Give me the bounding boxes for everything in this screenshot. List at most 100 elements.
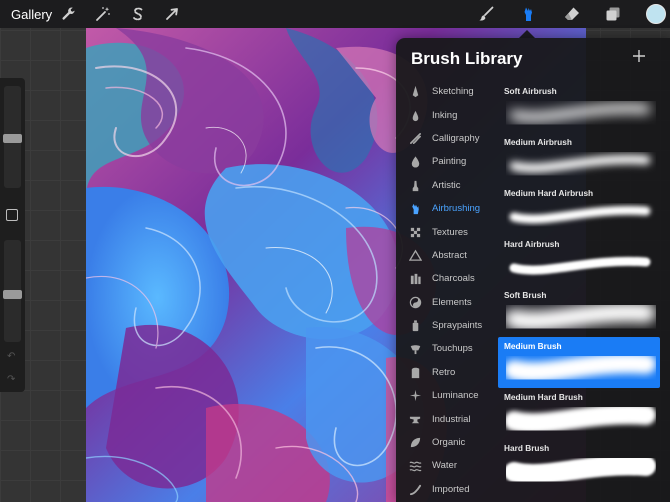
transform-arrow-icon[interactable] bbox=[162, 4, 182, 24]
layers-icon[interactable] bbox=[603, 4, 623, 24]
leaf-icon bbox=[408, 436, 422, 450]
brush-set-inking[interactable]: Inking bbox=[402, 103, 494, 126]
brush-set-abstract[interactable]: Abstract bbox=[402, 244, 494, 267]
brush-name: Medium Airbrush bbox=[504, 137, 572, 147]
brush-set-charcoals[interactable]: Charcoals bbox=[402, 267, 494, 290]
undo-icon[interactable]: ↶ bbox=[7, 351, 15, 362]
left-sidebar: ↶ ↷ bbox=[0, 78, 25, 392]
brush-set-sketching[interactable]: Sketching bbox=[402, 80, 494, 103]
brush-set-label: Textures bbox=[432, 226, 468, 238]
opacity-slider[interactable] bbox=[3, 240, 22, 342]
brush-set-label: Charcoals bbox=[432, 273, 475, 285]
magic-wand-icon[interactable] bbox=[93, 4, 113, 24]
imported-stroke-icon bbox=[408, 482, 422, 496]
brush-set-touchups[interactable]: Touchups bbox=[402, 337, 494, 360]
waves-icon bbox=[408, 459, 422, 473]
brush-set-retro[interactable]: Retro bbox=[402, 361, 494, 384]
brush-name: Hard Airbrush bbox=[504, 239, 560, 249]
brush-set-label: Imported bbox=[432, 483, 470, 495]
brush-stroke-preview bbox=[509, 256, 651, 275]
brush-stroke-preview bbox=[506, 404, 656, 434]
calligraphy-icon bbox=[408, 131, 422, 145]
brush-stroke-preview bbox=[509, 205, 651, 224]
brush-set-label: Industrial bbox=[432, 413, 471, 425]
brush-set-label: Abstract bbox=[432, 249, 467, 261]
brush-set-label: Luminance bbox=[432, 390, 479, 402]
brush-set-label: Artistic bbox=[432, 179, 461, 191]
brush-item-medium-hard-airbrush[interactable]: Medium Hard Airbrush bbox=[498, 184, 660, 235]
pencil-icon bbox=[408, 85, 422, 99]
brush-item-soft-airbrush[interactable]: Soft Airbrush bbox=[498, 82, 660, 133]
airbrush-icon bbox=[408, 202, 422, 216]
brush-stroke-preview bbox=[506, 302, 656, 332]
selection-s-icon[interactable] bbox=[128, 4, 148, 24]
brush-stroke-preview bbox=[506, 455, 656, 485]
ink-drop-icon bbox=[408, 108, 422, 122]
brush-name: Hard Brush bbox=[504, 443, 550, 453]
brush-set-airbrushing[interactable]: Airbrushing bbox=[402, 197, 494, 220]
triangle-icon bbox=[408, 248, 422, 262]
anvil-icon bbox=[408, 412, 422, 426]
brush-set-elements[interactable]: Elements bbox=[402, 291, 494, 314]
brush-stroke-preview bbox=[506, 353, 656, 383]
touchup-icon bbox=[408, 342, 422, 356]
texture-grid-icon bbox=[408, 225, 422, 239]
smudge-icon[interactable] bbox=[519, 4, 539, 24]
brush-set-label: Water bbox=[432, 460, 457, 472]
panel-caret bbox=[519, 30, 535, 38]
brush-icon[interactable] bbox=[476, 4, 496, 24]
brush-set-spraypaints[interactable]: Spraypaints bbox=[402, 314, 494, 337]
brush-item-medium-airbrush[interactable]: Medium Airbrush bbox=[498, 133, 660, 184]
yin-yang-icon bbox=[408, 295, 422, 309]
brush-set-textures[interactable]: Textures bbox=[402, 220, 494, 243]
brush-set-label: Organic bbox=[432, 437, 466, 449]
brush-set-calligraphy[interactable]: Calligraphy bbox=[402, 127, 494, 150]
modify-button[interactable] bbox=[6, 209, 18, 221]
panel-title: Brush Library bbox=[411, 49, 523, 68]
brush-set-label: Calligraphy bbox=[432, 132, 480, 144]
brush-name: Medium Hard Brush bbox=[504, 392, 583, 402]
brush-set-painting[interactable]: Painting bbox=[402, 150, 494, 173]
brush-set-label: Touchups bbox=[432, 343, 473, 355]
brush-stroke-preview bbox=[509, 103, 651, 122]
brush-sets-list: Sketching Inking Calligraphy Painting Artist… bbox=[402, 80, 494, 501]
brush-set-artistic[interactable]: Artistic bbox=[402, 174, 494, 197]
paint-drop-icon bbox=[408, 155, 422, 169]
brush-name: Medium Hard Airbrush bbox=[504, 188, 594, 198]
brush-item-hard-airbrush[interactable]: Hard Airbrush bbox=[498, 235, 660, 286]
brush-name: Soft Brush bbox=[504, 290, 547, 300]
brush-size-slider-handle[interactable] bbox=[3, 134, 22, 143]
brush-size-slider[interactable] bbox=[3, 86, 22, 188]
brush-library-panel: Brush Library Sketching Inking Calligraphy… bbox=[396, 38, 670, 502]
color-swatch[interactable] bbox=[646, 4, 666, 24]
brush-set-imported[interactable]: Imported bbox=[402, 478, 494, 501]
redo-icon[interactable]: ↷ bbox=[7, 374, 15, 385]
brush-name: Soft Airbrush bbox=[504, 86, 557, 96]
spray-can-icon bbox=[408, 319, 422, 333]
brush-set-industrial[interactable]: Industrial bbox=[402, 407, 494, 430]
brush-item-medium-hard-brush[interactable]: Medium Hard Brush bbox=[498, 388, 660, 439]
retro-icon bbox=[408, 365, 422, 379]
brush-item-hard-brush[interactable]: Hard Brush bbox=[498, 439, 660, 490]
brush-set-luminance[interactable]: Luminance bbox=[402, 384, 494, 407]
brush-set-label: Elements bbox=[432, 296, 472, 308]
brush-stroke-preview bbox=[509, 154, 651, 173]
brush-list: Soft Airbrush Medium Airbrush Medium Hard … bbox=[498, 82, 660, 490]
gallery-button[interactable]: Gallery bbox=[11, 7, 52, 22]
brush-set-label: Spraypaints bbox=[432, 320, 483, 332]
brush-set-label: Sketching bbox=[432, 86, 474, 98]
wrench-icon[interactable] bbox=[59, 4, 79, 24]
brush-name: Medium Brush bbox=[504, 341, 562, 351]
brush-set-label: Airbrushing bbox=[432, 203, 481, 215]
brush-set-label: Inking bbox=[432, 109, 458, 121]
brush-set-organic[interactable]: Organic bbox=[402, 431, 494, 454]
brush-set-label: Painting bbox=[432, 156, 467, 168]
brush-set-water[interactable]: Water bbox=[402, 454, 494, 477]
brush-item-soft-brush[interactable]: Soft Brush bbox=[498, 286, 660, 337]
opacity-slider-handle[interactable] bbox=[3, 290, 22, 299]
top-toolbar: Gallery bbox=[0, 0, 670, 28]
brush-item-medium-brush[interactable]: Medium Brush bbox=[498, 337, 660, 388]
artistic-brush-icon bbox=[408, 178, 422, 192]
plus-icon[interactable] bbox=[630, 47, 648, 65]
eraser-icon[interactable] bbox=[562, 4, 582, 24]
